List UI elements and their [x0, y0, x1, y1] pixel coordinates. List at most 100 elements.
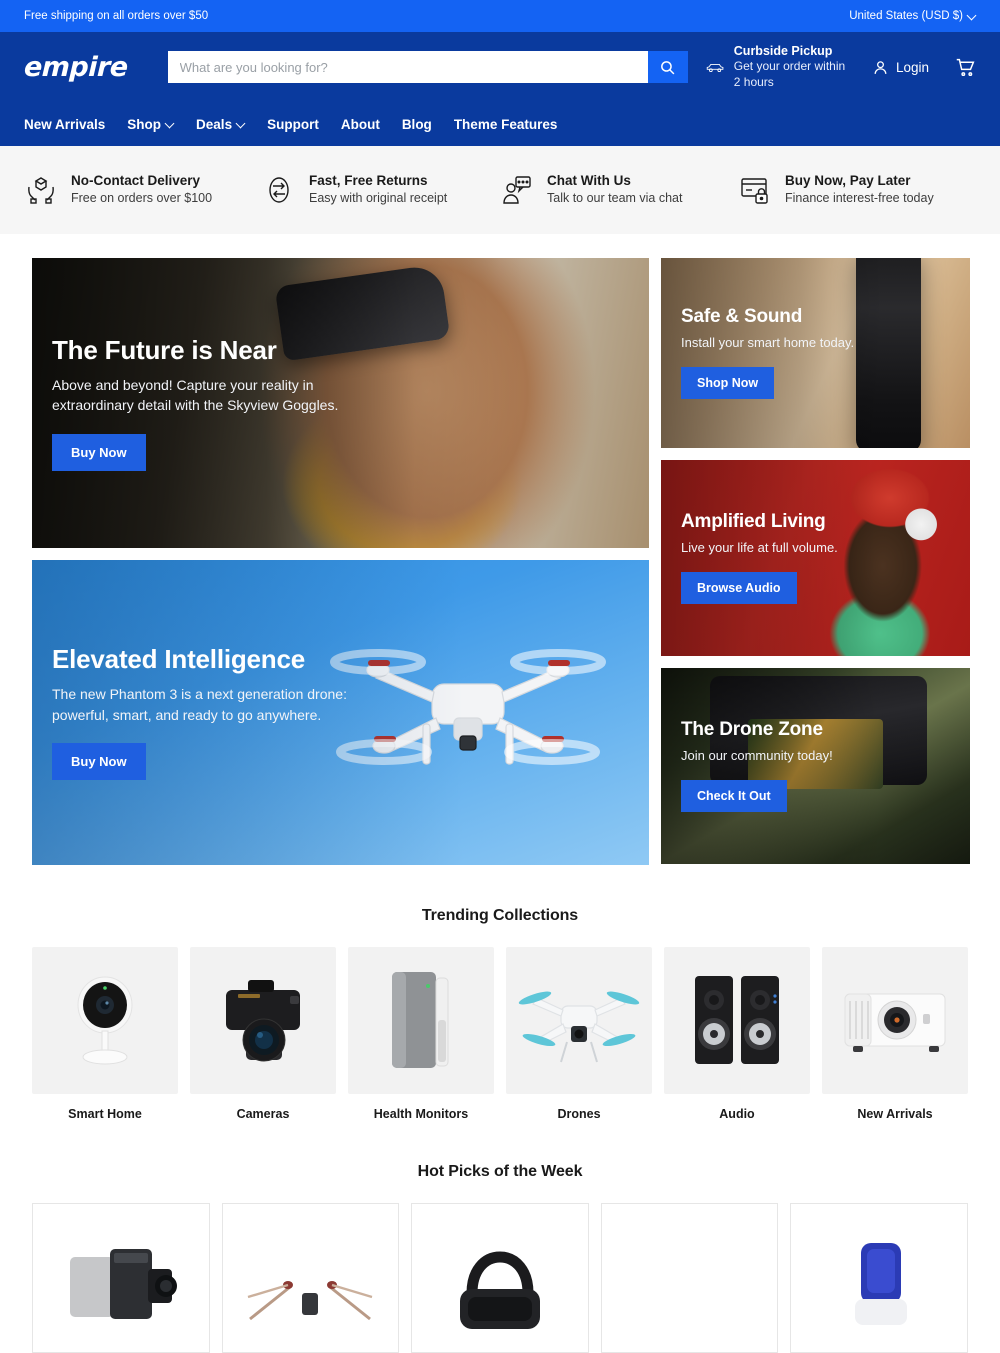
hero-left-column: The Future is Near Above and beyond! Cap…: [32, 257, 649, 865]
benefit-subtitle: Finance interest-free today: [785, 191, 934, 206]
announcement-bar: Free shipping on all orders over $50 Uni…: [0, 0, 1000, 32]
nav-label: New Arrivals: [24, 116, 106, 132]
blank-product-icon: [635, 1230, 745, 1326]
nav-label: Support: [267, 116, 319, 132]
benefit-subtitle: Talk to our team via chat: [547, 191, 683, 206]
card-lock-icon: [738, 173, 772, 207]
collection-label: Smart Home: [68, 1106, 142, 1121]
search-input[interactable]: [167, 51, 648, 83]
returns-arrows-icon: [262, 173, 296, 207]
nav-label: Shop: [127, 116, 162, 132]
login-link[interactable]: Login: [872, 59, 929, 76]
page-root: Free shipping on all orders over $50 Uni…: [0, 0, 1000, 1353]
hot-picks-section: Hot Picks of the Week: [0, 1163, 1000, 1353]
nav-item-deals[interactable]: Deals: [196, 117, 245, 132]
search-submit-button[interactable]: [647, 51, 688, 83]
curbside-pickup-title: Curbside Pickup: [733, 43, 833, 58]
search-bar: [167, 51, 688, 83]
speaker-pair-icon: [695, 976, 779, 1065]
nav-item-theme-features[interactable]: Theme Features: [454, 117, 558, 132]
collection-card-audio[interactable]: Audio: [664, 946, 810, 1121]
promo-description: Live your life at full volume.: [681, 540, 838, 556]
collection-label: New Arrivals: [857, 1106, 933, 1121]
promo-cta-button[interactable]: Browse Audio: [681, 572, 797, 605]
hero-title: Elevated Intelligence: [52, 644, 306, 675]
hero-right-column: Safe & Sound Install your smart home tod…: [661, 257, 970, 865]
dslr-camera-icon: [226, 979, 300, 1062]
promo-content: The Drone Zone Join our community today!…: [661, 719, 970, 813]
chevron-down-icon: [166, 120, 174, 128]
collection-card-cameras[interactable]: Cameras: [190, 946, 336, 1121]
nav-item-blog[interactable]: Blog: [402, 117, 432, 132]
product-card[interactable]: [221, 1202, 400, 1353]
nav-item-shop[interactable]: Shop: [127, 117, 174, 132]
collection-label: Drones: [557, 1106, 601, 1121]
collection-card-health-monitors[interactable]: Health Monitors: [348, 946, 494, 1121]
package-in-hands-icon: [24, 173, 58, 207]
hot-picks-grid: [32, 1202, 968, 1353]
promo-cta-button[interactable]: Shop Now: [681, 367, 775, 400]
product-card[interactable]: [411, 1202, 589, 1353]
cart-button[interactable]: [955, 57, 976, 78]
hero-cta-button[interactable]: Buy Now: [52, 743, 146, 781]
promo-content: Amplified Living Live your life at full …: [661, 511, 970, 605]
hero-tile-future-is-near[interactable]: The Future is Near Above and beyond! Cap…: [32, 257, 649, 548]
hero-cta-button[interactable]: Buy Now: [52, 433, 146, 471]
product-card[interactable]: [32, 1202, 210, 1353]
quadcopter-drone-icon: [518, 991, 640, 1063]
collection-card-drones[interactable]: Drones: [506, 946, 652, 1121]
collection-image: [190, 946, 336, 1094]
benefit-title: No-Contact Delivery: [71, 173, 201, 188]
locale-selector[interactable]: United States (USD $): [849, 10, 976, 22]
product-card[interactable]: [790, 1202, 968, 1353]
product-card[interactable]: [600, 1202, 779, 1353]
promo-description: Install your smart home today.: [681, 335, 855, 351]
chat-person-icon: [500, 173, 534, 207]
promo-card-drone-zone[interactable]: The Drone Zone Join our community today!…: [661, 667, 970, 864]
collection-image: [822, 946, 968, 1094]
nav-item-support[interactable]: Support: [267, 117, 319, 132]
benefit-subtitle: Free on orders over $100: [71, 191, 213, 206]
announcement-message: Free shipping on all orders over $50: [24, 10, 209, 22]
hero-section: The Future is Near Above and beyond! Cap…: [0, 234, 1000, 865]
nav-label: About: [340, 116, 380, 132]
nav-item-new-arrivals[interactable]: New Arrivals: [24, 117, 105, 132]
trending-collections-section: Trending Collections Smart Home Cameras …: [0, 907, 1000, 1121]
header-main-row: empire Curbside Pickup: [23, 32, 976, 102]
blue-controller-icon: [855, 1242, 908, 1325]
site-logo[interactable]: empire: [23, 52, 128, 83]
chevron-down-icon: [237, 120, 245, 128]
hero-title: The Future is Near: [52, 334, 277, 365]
curbside-pickup-text: Curbside Pickup Get your order within 2 …: [734, 44, 846, 91]
promo-card-safe-and-sound[interactable]: Safe & Sound Install your smart home tod…: [661, 257, 970, 448]
car-icon: [706, 63, 724, 72]
collection-card-new-arrivals[interactable]: New Arrivals: [822, 946, 968, 1121]
collection-image: [506, 946, 652, 1094]
cart-icon: [956, 58, 975, 76]
nav-label: Deals: [196, 116, 233, 132]
hero-description: The new Phantom 3 is a next generation d…: [52, 686, 347, 723]
action-camera-icon: [69, 1248, 177, 1319]
nav-item-about[interactable]: About: [341, 117, 380, 132]
vr-headset-icon: [459, 1251, 540, 1329]
benefit-no-contact-delivery: No-Contact Delivery Free on orders over …: [24, 172, 262, 208]
collections-grid: Smart Home Cameras Health Monitors Drone…: [32, 946, 968, 1121]
security-camera-icon: [77, 976, 133, 1065]
promo-card-amplified-living[interactable]: Amplified Living Live your life at full …: [661, 459, 970, 656]
benefit-title: Buy Now, Pay Later: [785, 173, 911, 188]
benefit-buy-now-pay-later: Buy Now, Pay Later Finance interest-free…: [738, 172, 976, 208]
user-icon: [874, 60, 887, 74]
curbside-pickup-link[interactable]: Curbside Pickup Get your order within 2 …: [706, 44, 846, 91]
chevron-down-icon: [968, 12, 976, 20]
promo-title: The Drone Zone: [681, 719, 823, 741]
section-title: Trending Collections: [421, 906, 579, 924]
hero-content: The Future is Near Above and beyond! Cap…: [32, 335, 649, 471]
collection-image: [348, 946, 494, 1094]
search-icon: [661, 60, 675, 74]
racing-drone-icon: [248, 1280, 373, 1320]
hero-tile-elevated-intelligence[interactable]: Elevated Intelligence The new Phantom 3 …: [32, 559, 649, 865]
collection-card-smart-home[interactable]: Smart Home: [32, 946, 178, 1121]
main-navigation: New Arrivals Shop Deals Support About Bl…: [24, 102, 976, 146]
promo-cta-button[interactable]: Check It Out: [681, 780, 787, 813]
section-title: Hot Picks of the Week: [417, 1162, 583, 1180]
